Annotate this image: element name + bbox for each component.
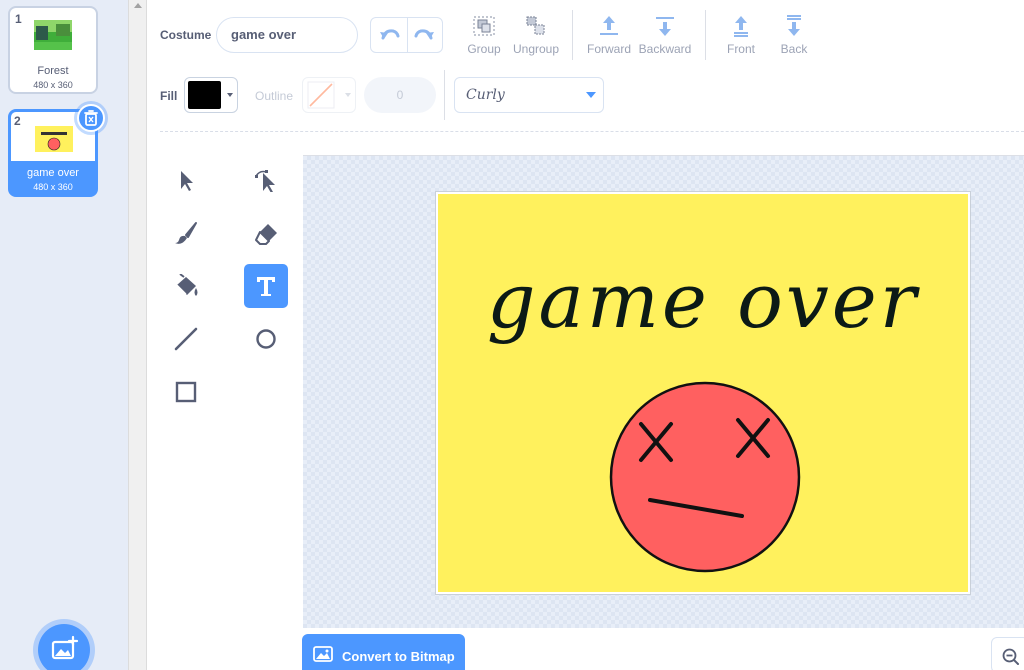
front-button[interactable]: Front <box>711 14 771 56</box>
scroll-up-arrow-icon[interactable] <box>134 3 142 8</box>
costume-size: 480 x 360 <box>33 80 73 90</box>
brush-tool[interactable] <box>164 211 208 255</box>
chevron-down-icon <box>586 92 596 98</box>
toolbar-divider <box>444 70 445 120</box>
costume-number: 2 <box>14 114 21 128</box>
ungroup-label: Ungroup <box>512 42 560 56</box>
back-icon <box>787 15 801 36</box>
zoom-out-icon <box>1002 648 1019 665</box>
eraser-icon <box>255 224 277 245</box>
convert-to-bitmap-label: Convert to Bitmap <box>342 649 455 664</box>
select-tool[interactable] <box>164 158 208 202</box>
fill-label: Fill <box>160 89 178 103</box>
bitmap-image-icon <box>313 646 333 662</box>
circle-tool[interactable] <box>244 317 288 361</box>
fill-tool[interactable] <box>164 264 208 308</box>
dead-face-shape[interactable] <box>608 380 802 574</box>
line-icon <box>174 327 198 351</box>
costume-size: 480 x 360 <box>33 182 73 192</box>
back-label: Back <box>780 42 808 56</box>
font-dropdown[interactable]: Curly <box>454 77 604 113</box>
costume-list-scrollbar[interactable] <box>128 0 147 670</box>
costume-number: 1 <box>15 12 22 26</box>
toolbar-divider <box>705 10 706 60</box>
image-add-icon <box>51 635 79 660</box>
front-label: Front <box>726 42 755 56</box>
fill-color-swatch <box>188 81 221 109</box>
forward-label: Forward <box>586 42 631 56</box>
costume-name: game over <box>27 167 79 179</box>
paint-editor: 1 Forest 480 x 360 2 game over 480 x 360 <box>0 0 1024 670</box>
circle-icon <box>256 329 276 349</box>
convert-to-bitmap-button[interactable]: Convert to Bitmap <box>302 634 465 670</box>
reshape-pointer-icon <box>255 170 275 192</box>
no-outline-swatch-icon <box>307 81 335 109</box>
ungroup-button[interactable]: Ungroup <box>506 14 566 56</box>
backward-button[interactable]: Backward <box>635 14 695 56</box>
costume-name-input[interactable]: game over <box>216 17 358 53</box>
undo-icon <box>380 29 400 40</box>
group-icon <box>473 16 495 36</box>
line-tool[interactable] <box>164 317 208 361</box>
fill-color-picker[interactable] <box>184 77 238 113</box>
drawing-canvas[interactable]: game over <box>303 155 1024 628</box>
eraser-tool[interactable] <box>244 211 288 255</box>
back-button[interactable]: Back <box>764 14 824 56</box>
toolbar-separator <box>160 131 1024 132</box>
outline-width-input[interactable]: 0 <box>364 77 436 113</box>
paint-bucket-icon <box>176 274 198 296</box>
rectangle-icon <box>175 381 197 403</box>
costume-label: Costume <box>160 28 212 42</box>
costume-artboard[interactable]: game over <box>435 191 971 595</box>
text-icon <box>257 277 275 296</box>
undo-button[interactable] <box>371 18 407 52</box>
delete-costume-button[interactable] <box>77 104 105 132</box>
game-over-thumbnail <box>35 126 73 152</box>
undo-redo-group <box>370 17 443 53</box>
front-icon <box>734 16 748 37</box>
forward-icon <box>600 16 618 35</box>
brush-icon <box>175 222 197 244</box>
outline-label: Outline <box>255 89 294 103</box>
backward-label: Backward <box>638 42 692 56</box>
forest-thumbnail <box>34 20 72 50</box>
backward-icon <box>656 17 674 36</box>
toolbar-divider <box>572 10 573 60</box>
zoom-out-button[interactable] <box>991 637 1024 670</box>
costume-list: 1 Forest 480 x 360 2 game over 480 x 360 <box>0 0 128 670</box>
canvas-text[interactable]: game over <box>438 256 968 345</box>
outline-color-picker[interactable] <box>302 77 356 113</box>
group-label: Group <box>467 42 501 56</box>
rectangle-tool[interactable] <box>164 370 208 414</box>
costume-tile-forest[interactable]: 1 Forest 480 x 360 <box>8 6 98 94</box>
group-button[interactable]: Group <box>454 14 514 56</box>
text-tool[interactable] <box>244 264 288 308</box>
trash-icon <box>84 110 98 126</box>
ungroup-icon <box>526 16 545 35</box>
arrow-pointer-icon <box>181 171 193 191</box>
font-dropdown-value: Curly <box>466 87 505 103</box>
costume-name: Forest <box>37 65 69 77</box>
add-costume-button[interactable] <box>38 624 90 670</box>
fill-dropdown-arrow-icon <box>227 93 233 97</box>
forward-button[interactable]: Forward <box>579 14 639 56</box>
redo-button[interactable] <box>408 18 443 52</box>
redo-icon <box>414 29 434 40</box>
reshape-tool[interactable] <box>244 158 288 202</box>
outline-dropdown-arrow-icon <box>345 93 351 97</box>
